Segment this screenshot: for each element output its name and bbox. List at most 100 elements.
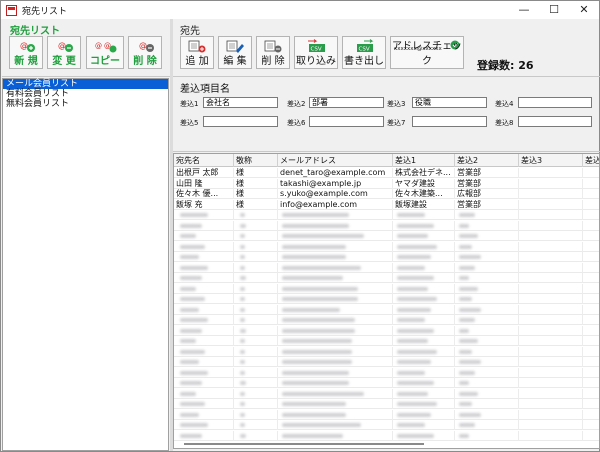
blurred-text xyxy=(180,381,202,385)
table-row-blurred[interactable] xyxy=(174,283,599,294)
blurred-text xyxy=(459,339,478,343)
field-input-5[interactable] xyxy=(203,116,278,127)
blurred-text xyxy=(282,223,349,228)
table-row-blurred[interactable] xyxy=(174,241,599,252)
address-check-label: アドレスチェック xyxy=(392,41,462,67)
table-row-blurred[interactable] xyxy=(174,346,599,357)
table-row[interactable]: 佐々木 優... 様 s.yuko@example.com 佐々木建築... 広報部 xyxy=(174,189,599,199)
blurred-text xyxy=(180,318,208,322)
field-input-3[interactable] xyxy=(412,97,487,108)
list-item-mail-members[interactable]: メール会員リスト xyxy=(3,79,168,89)
col-header-insert3[interactable]: 差込3 xyxy=(519,154,583,167)
table-cell xyxy=(519,252,583,262)
table-row-blurred[interactable] xyxy=(174,399,599,409)
table-row-blurred[interactable] xyxy=(174,294,599,304)
field-label-3: 差込3 xyxy=(387,100,406,108)
table-row-blurred[interactable] xyxy=(174,304,599,315)
col-header-email[interactable]: メールアドレス xyxy=(278,154,393,167)
recipient-toolbar: 宛先 追 加 編 集 削 除 CSV 取り込み CSV 書き出し xxxxxxx… xyxy=(173,19,600,77)
recipient-grid[interactable]: 宛先名 敬称 メールアドレス 差込1 差込2 差込3 差込 出根戸 太郎様 den… xyxy=(173,153,600,449)
blurred-text xyxy=(282,234,364,238)
table-row-blurred[interactable] xyxy=(174,357,599,367)
table-cell xyxy=(519,231,583,241)
close-button[interactable]: ✕ xyxy=(569,1,599,19)
field-input-6[interactable] xyxy=(309,116,384,127)
table-row-blurred[interactable] xyxy=(174,220,599,231)
blurred-text xyxy=(240,223,246,228)
table-row-blurred[interactable] xyxy=(174,210,599,220)
app-icon xyxy=(6,5,17,16)
col-header-insert1[interactable]: 差込1 xyxy=(393,154,455,167)
blurred-text xyxy=(397,213,425,217)
table-row-blurred[interactable] xyxy=(174,388,599,399)
blurred-text xyxy=(240,402,245,406)
add-recipient-button[interactable]: 追 加 xyxy=(180,36,214,69)
table-cell xyxy=(583,336,599,346)
edit-list-button[interactable]: @ 変 更 xyxy=(47,36,81,69)
table-row-blurred[interactable] xyxy=(174,409,599,420)
table-cell xyxy=(583,231,599,241)
blurred-text xyxy=(397,297,437,301)
minimize-button[interactable]: — xyxy=(509,1,539,19)
blurred-text xyxy=(459,244,472,249)
list-item-free-members[interactable]: 無料会員リスト xyxy=(3,99,168,109)
list-item-paid-members[interactable]: 有料会員リスト xyxy=(3,89,168,99)
table-row[interactable]: 山田 隆様 takashi@example.jp ヤマダ建設 営業部 xyxy=(174,178,599,189)
field-input-7[interactable] xyxy=(412,116,487,127)
table-row-blurred[interactable] xyxy=(174,367,599,378)
blurred-text xyxy=(240,339,245,343)
col-header-name[interactable]: 宛先名 xyxy=(174,154,234,167)
table-row-blurred[interactable] xyxy=(174,273,599,283)
table-cell xyxy=(583,189,599,199)
export-csv-icon: CSV xyxy=(357,39,374,53)
maximize-button[interactable]: ☐ xyxy=(539,1,569,19)
title-bar: 宛先リスト — ☐ ✕ xyxy=(1,1,599,19)
col-header-honorific[interactable]: 敬称 xyxy=(234,154,278,167)
table-row-blurred[interactable] xyxy=(174,252,599,262)
export-csv-button[interactable]: CSV 書き出し xyxy=(342,36,386,69)
new-list-button[interactable]: @ 新 規 xyxy=(9,36,43,69)
table-cell xyxy=(583,305,599,315)
horizontal-scrollbar[interactable] xyxy=(184,443,424,445)
field-input-8[interactable] xyxy=(518,116,592,127)
table-cell xyxy=(519,409,583,420)
blurred-text xyxy=(240,349,245,354)
edit-recipient-button[interactable]: 編 集 xyxy=(218,36,252,69)
field-input-4[interactable] xyxy=(518,97,592,108)
blurred-text xyxy=(282,402,346,406)
table-row-blurred[interactable] xyxy=(174,325,599,336)
table-row-blurred[interactable] xyxy=(174,420,599,430)
table-row[interactable]: 出根戸 太郎様 denet_taro@example.com 株式会社デネ... 営業… xyxy=(174,168,599,178)
table-cell xyxy=(583,263,599,273)
table-row-blurred[interactable] xyxy=(174,430,599,441)
delete-list-button[interactable]: @ 削 除 xyxy=(128,36,162,69)
col-header-insert4[interactable]: 差込 xyxy=(583,154,599,167)
copy-list-button[interactable]: @ @ コピー xyxy=(86,36,124,69)
table-cell xyxy=(583,252,599,262)
table-row-blurred[interactable] xyxy=(174,336,599,346)
table-cell xyxy=(519,304,583,315)
blurred-text xyxy=(180,265,208,270)
recipient-list-box[interactable]: メール会員リスト 有料会員リスト 無料会員リスト xyxy=(2,78,169,451)
table-cell xyxy=(583,221,599,231)
table-row[interactable]: 飯塚 充様 info@example.com 飯塚建設 営業部 xyxy=(174,199,599,210)
delete-recipient-button[interactable]: 削 除 xyxy=(256,36,290,69)
table-cell: 様 xyxy=(234,178,278,189)
field-input-2[interactable] xyxy=(309,97,384,108)
table-cell xyxy=(519,178,583,189)
address-check-button[interactable]: xxxxxxx@xxxxxx アドレスチェック xyxy=(390,36,464,69)
blurred-text xyxy=(180,433,202,438)
blurred-text xyxy=(397,433,434,438)
table-row-blurred[interactable] xyxy=(174,315,599,325)
import-csv-button[interactable]: CSV 取り込み xyxy=(294,36,338,69)
table-row-blurred[interactable] xyxy=(174,378,599,388)
table-cell xyxy=(583,242,599,252)
blurred-text xyxy=(397,328,434,333)
edit-list-icon: @ xyxy=(58,41,73,52)
field-label-1: 差込1 xyxy=(180,100,199,108)
field-label-7: 差込7 xyxy=(387,119,406,127)
table-row-blurred[interactable] xyxy=(174,231,599,241)
table-row-blurred[interactable] xyxy=(174,262,599,273)
col-header-insert2[interactable]: 差込2 xyxy=(455,154,519,167)
field-input-1[interactable] xyxy=(203,97,278,108)
